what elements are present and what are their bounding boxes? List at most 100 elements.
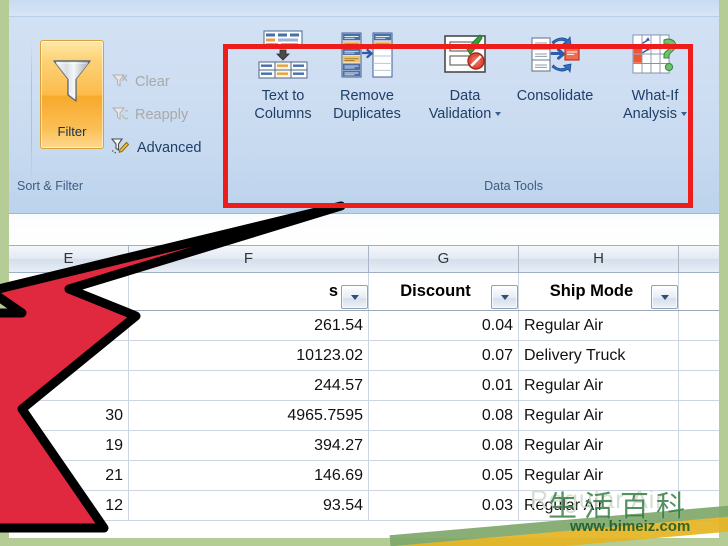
reapply-filter-label: Reapply (135, 107, 189, 123)
cell-F[interactable]: 146.69 (129, 461, 369, 490)
cell-H[interactable]: Delivery Truck (519, 341, 679, 370)
clear-filter-icon (111, 72, 128, 93)
cell-H[interactable]: Regular Air (519, 431, 679, 460)
data-validation-label-2: Validation (429, 105, 502, 123)
data-tools-group-title: Data Tools (484, 179, 543, 193)
cell-G[interactable]: 0.08 (369, 431, 519, 460)
remove-duplicates-button[interactable]: Remove Duplicates (321, 29, 413, 147)
text-to-columns-label-1: Text to (261, 88, 305, 104)
cell-H[interactable]: Regular Air (519, 491, 679, 520)
header-cell-F[interactable]: s (129, 273, 369, 310)
cell-E[interactable]: 19 (9, 431, 129, 460)
cell-H[interactable]: Regular Air (519, 401, 679, 430)
ribbon-group-sort-filter: Filter Clear Reapply Advanced Sort & Fil… (9, 17, 223, 195)
grid-rows: de s Discount Ship Mode 261.54 0.04 Regu… (9, 273, 719, 521)
funnel-icon (50, 55, 94, 112)
what-if-analysis-label-2: Analysis (623, 105, 687, 123)
cell-F[interactable]: 394.27 (129, 431, 369, 460)
data-validation-icon (438, 29, 492, 81)
cell-I[interactable] (679, 311, 719, 340)
cell-E[interactable]: 12 (9, 491, 129, 520)
chevron-down-icon[interactable] (495, 112, 502, 117)
table-row[interactable]: 261.54 0.04 Regular Air (9, 311, 719, 341)
reapply-filter-item[interactable]: Reapply (111, 100, 188, 130)
table-row[interactable]: 12 93.54 0.03 Regular Air (9, 491, 719, 521)
cell-E[interactable] (9, 311, 129, 340)
sort-filter-group-title: Sort & Filter (17, 179, 83, 193)
remove-duplicates-label-2: Duplicates (333, 106, 401, 123)
cell-G[interactable]: 0.05 (369, 461, 519, 490)
remove-duplicates-icon (340, 29, 394, 81)
consolidate-icon (528, 29, 582, 81)
formula-bar-strip[interactable] (9, 214, 719, 246)
text-to-columns-icon (256, 29, 310, 81)
column-header-H[interactable]: H (519, 246, 679, 272)
filter-button[interactable]: Filter (40, 40, 104, 149)
cell-G[interactable]: 0.04 (369, 311, 519, 340)
cell-I[interactable] (679, 461, 719, 490)
cell-I[interactable] (679, 341, 719, 370)
text-to-columns-button[interactable]: Text to Columns (237, 29, 329, 147)
table-row[interactable]: 244.57 0.01 Regular Air (9, 371, 719, 401)
ribbon-group-data-tools: Text to Columns Remove Duplicates Data V… (237, 17, 697, 195)
advanced-filter-icon (110, 137, 130, 159)
table-header-row: de s Discount Ship Mode (9, 273, 719, 311)
cell-F[interactable]: 93.54 (129, 491, 369, 520)
remove-duplicates-label-1: Remove (340, 88, 394, 104)
cell-E[interactable] (9, 371, 129, 400)
autofilter-dropdown-H[interactable] (651, 285, 678, 309)
cell-E[interactable]: 30 (9, 401, 129, 430)
column-header-I[interactable] (679, 246, 719, 272)
header-cell-I[interactable] (679, 273, 719, 310)
clear-filter-label: Clear (135, 74, 170, 90)
cell-E[interactable]: 21 (9, 461, 129, 490)
cell-I[interactable] (679, 491, 719, 520)
data-validation-button[interactable]: Data Validation (419, 29, 511, 147)
cell-I[interactable] (679, 401, 719, 430)
column-header-E[interactable]: E (9, 246, 129, 272)
cell-G[interactable]: 0.08 (369, 401, 519, 430)
cell-I[interactable] (679, 371, 719, 400)
formula-bar-input[interactable] (9, 214, 719, 245)
chevron-down-icon-2[interactable] (681, 112, 687, 117)
reapply-filter-icon (111, 105, 132, 126)
cell-G[interactable]: 0.03 (369, 491, 519, 520)
table-row[interactable]: 19 394.27 0.08 Regular Air (9, 431, 719, 461)
column-header-F[interactable]: F (129, 246, 369, 272)
cell-H[interactable]: Regular Air (519, 311, 679, 340)
advanced-filter-label: Advanced (137, 140, 202, 156)
cell-F[interactable]: 4965.7595 (129, 401, 369, 430)
filter-button-label: Filter (57, 124, 87, 139)
what-if-analysis-label-1: What-If (631, 88, 679, 104)
excel-ribbon: Filter Clear Reapply Advanced Sort & Fil… (9, 0, 719, 214)
cell-G[interactable]: 0.07 (369, 341, 519, 370)
cell-F[interactable]: 10123.02 (129, 341, 369, 370)
consolidate-label-1: Consolidate (516, 88, 594, 104)
data-validation-label-1: Data (449, 88, 481, 104)
clear-filter-item[interactable]: Clear (111, 67, 170, 97)
consolidate-button[interactable]: Consolidate (509, 29, 601, 147)
cell-F[interactable]: 261.54 (129, 311, 369, 340)
table-row[interactable]: 30 4965.7595 0.08 Regular Air (9, 401, 719, 431)
column-header-row: E F G H (9, 246, 719, 273)
table-row[interactable]: 10123.02 0.07 Delivery Truck (9, 341, 719, 371)
what-if-analysis-button[interactable]: What-If Analysis (609, 29, 701, 147)
autofilter-dropdown-F[interactable] (341, 285, 368, 309)
autofilter-dropdown-G[interactable] (491, 285, 518, 309)
screenshot-root: Filter Clear Reapply Advanced Sort & Fil… (0, 0, 728, 546)
cell-E[interactable] (9, 341, 129, 370)
table-row[interactable]: 21 146.69 0.05 Regular Air (9, 461, 719, 491)
spreadsheet-grid: E F G H de s Discount Ship Mode 261.54 0… (9, 246, 719, 538)
cell-G[interactable]: 0.01 (369, 371, 519, 400)
advanced-filter-item[interactable]: Advanced (110, 133, 202, 163)
column-header-G[interactable]: G (369, 246, 519, 272)
cell-H[interactable]: Regular Air (519, 371, 679, 400)
cell-H[interactable]: Regular Air (519, 461, 679, 490)
what-if-analysis-icon (628, 29, 682, 81)
cell-F[interactable]: 244.57 (129, 371, 369, 400)
ribbon-top-strip (9, 0, 719, 17)
group-divider-left (31, 41, 32, 183)
header-cell-E[interactable]: de (9, 273, 129, 310)
cell-I[interactable] (679, 431, 719, 460)
text-to-columns-label-2: Columns (254, 106, 312, 123)
